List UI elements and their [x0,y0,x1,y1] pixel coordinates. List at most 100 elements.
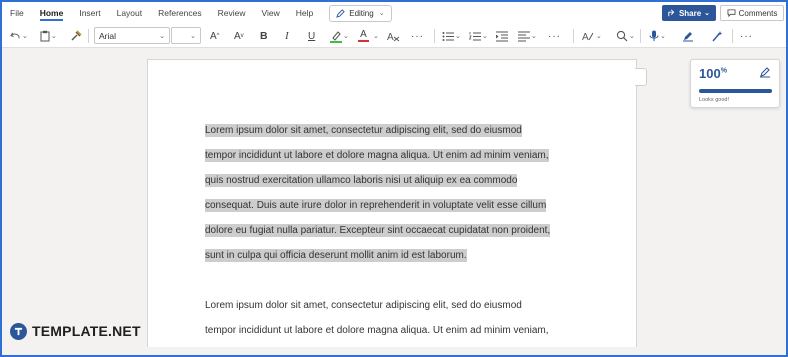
font-color-button[interactable]: A [358,26,369,46]
brand-logo-icon [10,322,27,340]
chevron-down-icon: ⌄ [159,33,165,40]
home-toolbar: ⌄ ⌄ Arial ⌄ ⌄ A ^ Av B I U ⌄ A ⌄ A ··· ⌄… [2,24,786,48]
chevron-down-icon: ⌄ [596,33,602,40]
paste-button[interactable]: ⌄ [40,26,57,46]
toolbar-divider [732,29,733,43]
indent-button[interactable] [496,26,508,46]
toolbar-divider [88,29,89,43]
tab-view[interactable]: View [253,2,287,24]
format-painter-icon [71,30,82,41]
chevron-down-icon: ⌄ [343,33,349,40]
find-button[interactable]: ⌄ [616,26,635,46]
editor-pen-icon [683,32,693,42]
clipboard-icon [40,30,50,42]
more-icon: ··· [740,30,753,42]
svg-text:A: A [582,32,589,42]
bold-button[interactable]: B [260,26,268,46]
editing-mode-button[interactable]: Editing ⌄ [329,4,392,22]
tab-help[interactable]: Help [288,2,321,24]
shrink-font-button[interactable]: Av [234,26,244,46]
clear-formatting-icon: A [387,32,400,42]
font-name-value: Arial [99,30,117,41]
bold-icon: B [260,30,268,42]
font-color-swatch [358,40,369,42]
font-size-select[interactable]: ⌄ [171,27,201,44]
more-icon: ··· [411,30,424,42]
highlight-color-button[interactable]: ⌄ [330,26,349,46]
indent-icon [496,31,508,41]
text-line-content: tempor incididunt ut labore et dolore ma… [205,149,549,162]
text-line-content: Lorem ipsum dolor sit amet, consectetur … [205,124,522,137]
underline-button[interactable]: U [308,26,315,46]
styles-icon: A [582,32,594,42]
dictate-button[interactable]: ⌄ [649,26,666,46]
brand-badge: TEMPLATE.NET [10,321,141,341]
wand-icon [712,31,723,42]
editor-score-bar [699,89,772,93]
comment-icon [727,9,736,17]
tab-review[interactable]: Review [210,2,254,24]
italic-button[interactable]: I [285,26,289,46]
chevron-down-icon: ⌄ [22,33,28,40]
chevron-down-icon: ⌄ [455,33,461,40]
editor-score-card[interactable]: 100% Looks good! [690,59,780,108]
more-paragraph-options-button[interactable]: ··· [548,26,561,46]
document-page[interactable]: Lorem ipsum dolor sit amet, consectetur … [147,59,637,355]
share-button[interactable]: Share ⌄ [662,5,716,21]
editor-message: Looks good! [699,97,729,103]
share-icon [668,9,675,17]
numbering-button[interactable]: ⌄ [469,26,488,46]
pencil-icon [336,8,345,18]
numbered-list-icon [469,31,481,40]
editor-score-value: 100 [699,66,721,81]
chevron-down-icon: ⌄ [378,10,385,17]
shrink-font-icon: A [234,30,241,42]
chevron-down-icon: ⌄ [373,33,379,40]
more-font-options-button[interactable]: ··· [411,26,424,46]
editor-score-bar-fill [699,89,772,93]
tab-layout[interactable]: Layout [109,2,151,24]
selected-paragraph[interactable]: Lorem ipsum dolor sit amet, consectetur … [205,118,595,268]
underline-icon: U [308,30,316,42]
text-line-content: sunt in culpa qui officia deserunt molli… [205,249,467,262]
tab-file[interactable]: File [2,2,32,24]
tab-home[interactable]: Home [32,2,72,24]
comments-button[interactable]: Comments [720,5,784,21]
toolbar-divider [573,29,574,43]
microphone-icon [649,30,659,41]
chevron-down-icon: ⌄ [704,10,711,17]
chevron-down-icon: ⌄ [531,33,537,40]
italic-icon: I [285,30,289,42]
page-side-tab[interactable] [635,68,647,86]
text-line: tempor incididunt ut labore et dolore ma… [205,318,595,343]
styles-button[interactable]: A ⌄ [582,26,602,46]
font-name-select[interactable]: Arial ⌄ [94,27,170,44]
text-line: consequat. Duis aute irure dolor in repr… [205,193,595,218]
grow-font-icon: A [210,30,217,42]
svg-text:A: A [387,32,394,42]
more-commands-button[interactable]: ··· [740,26,753,46]
second-paragraph[interactable]: Lorem ipsum dolor sit amet, consectetur … [205,293,595,343]
editing-mode-label: Editing [349,8,374,18]
app-window: File Home Insert Layout References Revie… [0,0,788,357]
editor-button[interactable] [682,26,694,46]
tab-insert[interactable]: Insert [71,2,108,24]
designer-button[interactable] [711,26,723,46]
bullets-button[interactable]: ⌄ [442,26,461,46]
toolbar-divider [434,29,435,43]
share-label: Share [678,8,702,18]
align-button[interactable]: ⌄ [518,26,537,46]
comments-label: Comments [738,8,778,18]
align-left-icon [518,31,530,41]
chevron-down-icon: ⌄ [51,33,57,40]
undo-button[interactable]: ⌄ [10,26,28,46]
tab-references[interactable]: References [150,2,209,24]
format-painter-button[interactable] [70,26,82,46]
bullet-list-icon [442,31,454,41]
grow-font-button[interactable]: A ^ [210,26,220,46]
editor-score-unit: % [720,67,727,75]
clear-formatting-button[interactable]: A [387,26,400,46]
font-color-dropdown[interactable]: ⌄ [372,26,379,46]
text-line: sunt in culpa qui officia deserunt molli… [205,243,595,268]
text-line-content: dolore eu fugiat nulla pariatur. Excepte… [205,224,551,237]
